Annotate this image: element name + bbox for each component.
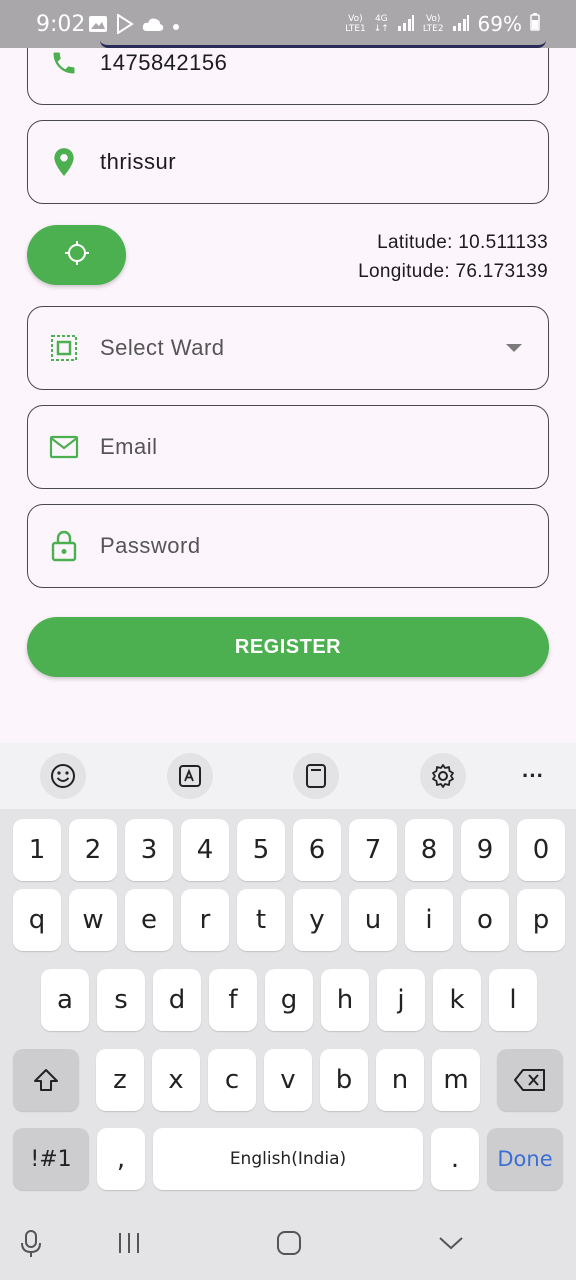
key-letter[interactable]: a (41, 969, 89, 1031)
select-area-icon (48, 332, 80, 364)
phone-icon (48, 47, 80, 79)
register-button[interactable]: REGISTER (27, 617, 549, 677)
place-field[interactable]: thrissur (27, 120, 549, 204)
battery-percent: 69% (477, 12, 522, 36)
signal-icon (397, 12, 415, 36)
email-placeholder: Email (100, 434, 158, 459)
key-number[interactable]: 8 (405, 819, 453, 881)
key-letter[interactable]: v (264, 1049, 312, 1111)
chevron-down-icon (506, 344, 522, 352)
key-letter[interactable]: c (208, 1049, 256, 1111)
sim2-tag-top: Vo) (425, 14, 441, 24)
settings-icon[interactable] (420, 753, 466, 799)
space-key[interactable]: English(India) (153, 1128, 423, 1190)
key-letter[interactable]: t (237, 889, 285, 951)
keyboard-toolbar: ··· (0, 743, 576, 809)
key-number[interactable]: 0 (517, 819, 565, 881)
home-icon[interactable] (275, 1229, 303, 1257)
play-store-icon (116, 13, 134, 39)
key-letter[interactable]: j (377, 969, 425, 1031)
battery-icon (530, 12, 540, 36)
mail-icon (48, 431, 80, 463)
shift-key[interactable] (13, 1049, 79, 1111)
phone-input-value: 1475842156 (100, 50, 228, 75)
key-letter[interactable]: h (321, 969, 369, 1031)
gallery-icon (88, 15, 108, 38)
coordinates-readout: Latitude: 10.511133 Longitude: 76.173139 (358, 228, 548, 286)
key-letter[interactable]: l (489, 969, 537, 1031)
key-letter[interactable]: p (517, 889, 565, 951)
previous-field-edge (100, 40, 546, 48)
key-letter[interactable]: n (376, 1049, 424, 1111)
key-letter[interactable]: k (433, 969, 481, 1031)
location-pin-icon (48, 146, 80, 178)
backspace-key[interactable] (497, 1049, 563, 1111)
gps-crosshair-icon (63, 239, 91, 272)
status-system-icons: Vo) LTE1 4G ↓↑ Vo) LTE2 69% (345, 12, 540, 36)
navigation-bar (0, 1209, 576, 1280)
key-letter[interactable]: w (69, 889, 117, 951)
net-type: 4G ↓↑ (373, 14, 389, 34)
sim1-volte-tag: Vo) LTE1 (345, 14, 366, 34)
place-input-value: thrissur (100, 149, 177, 174)
status-notification-icons (88, 13, 180, 39)
key-letter[interactable]: g (265, 969, 313, 1031)
key-letter[interactable]: o (461, 889, 509, 951)
sim2-tag-bottom: LTE2 (422, 24, 444, 34)
key-letter[interactable]: e (125, 889, 173, 951)
microphone-icon[interactable] (18, 1229, 44, 1259)
lock-icon (48, 530, 80, 562)
latitude-text: Latitude: 10.511133 (377, 232, 548, 253)
back-chevron-down-icon[interactable] (436, 1229, 466, 1257)
clipboard-icon[interactable] (293, 753, 339, 799)
key-letter[interactable]: x (152, 1049, 200, 1111)
net-type-label: 4G (374, 14, 388, 24)
key-letter[interactable]: z (96, 1049, 144, 1111)
key-letter[interactable]: f (209, 969, 257, 1031)
signal-icon (452, 12, 470, 36)
key-number[interactable]: 5 (237, 819, 285, 881)
key-letter[interactable]: b (320, 1049, 368, 1111)
key-number[interactable]: 4 (181, 819, 229, 881)
key-letter[interactable]: y (293, 889, 341, 951)
key-number[interactable]: 9 (461, 819, 509, 881)
dot-icon (172, 18, 180, 36)
sim2-volte-tag: Vo) LTE2 (423, 14, 444, 34)
ward-placeholder: Select Ward (100, 335, 225, 360)
get-location-button[interactable] (27, 225, 126, 285)
key-number[interactable]: 6 (293, 819, 341, 881)
key-number[interactable]: 3 (125, 819, 173, 881)
key-letter[interactable]: q (13, 889, 61, 951)
emoji-icon[interactable] (40, 753, 86, 799)
password-placeholder: Password (100, 533, 201, 558)
key-letter[interactable]: u (349, 889, 397, 951)
translate-icon[interactable] (167, 753, 213, 799)
key-number[interactable]: 1 (13, 819, 61, 881)
recent-apps-icon[interactable] (116, 1229, 142, 1257)
password-field[interactable]: Password (27, 504, 549, 588)
key-number[interactable]: 7 (349, 819, 397, 881)
soft-keyboard: 1234567890 qwertyuiop asdfghjkl zxcvbnm … (0, 809, 576, 1209)
period-key[interactable]: . (431, 1128, 479, 1190)
done-key[interactable]: Done (487, 1128, 563, 1190)
key-letter[interactable]: i (405, 889, 453, 951)
sim1-tag-top: Vo) (348, 14, 363, 24)
more-icon[interactable]: ··· (510, 753, 556, 799)
sim1-tag-bottom: LTE1 (345, 24, 366, 34)
ward-dropdown[interactable]: Select Ward (27, 306, 549, 390)
key-number[interactable]: 2 (69, 819, 117, 881)
key-letter[interactable]: s (97, 969, 145, 1031)
key-letter[interactable]: m (432, 1049, 480, 1111)
key-letter[interactable]: r (181, 889, 229, 951)
status-time: 9:02 (36, 12, 86, 37)
cloud-icon (142, 16, 164, 37)
key-letter[interactable]: d (153, 969, 201, 1031)
comma-key[interactable]: , (97, 1128, 145, 1190)
longitude-text: Longitude: 76.173139 (358, 261, 548, 282)
email-field[interactable]: Email (27, 405, 549, 489)
symbols-key[interactable]: !#1 (13, 1128, 89, 1190)
